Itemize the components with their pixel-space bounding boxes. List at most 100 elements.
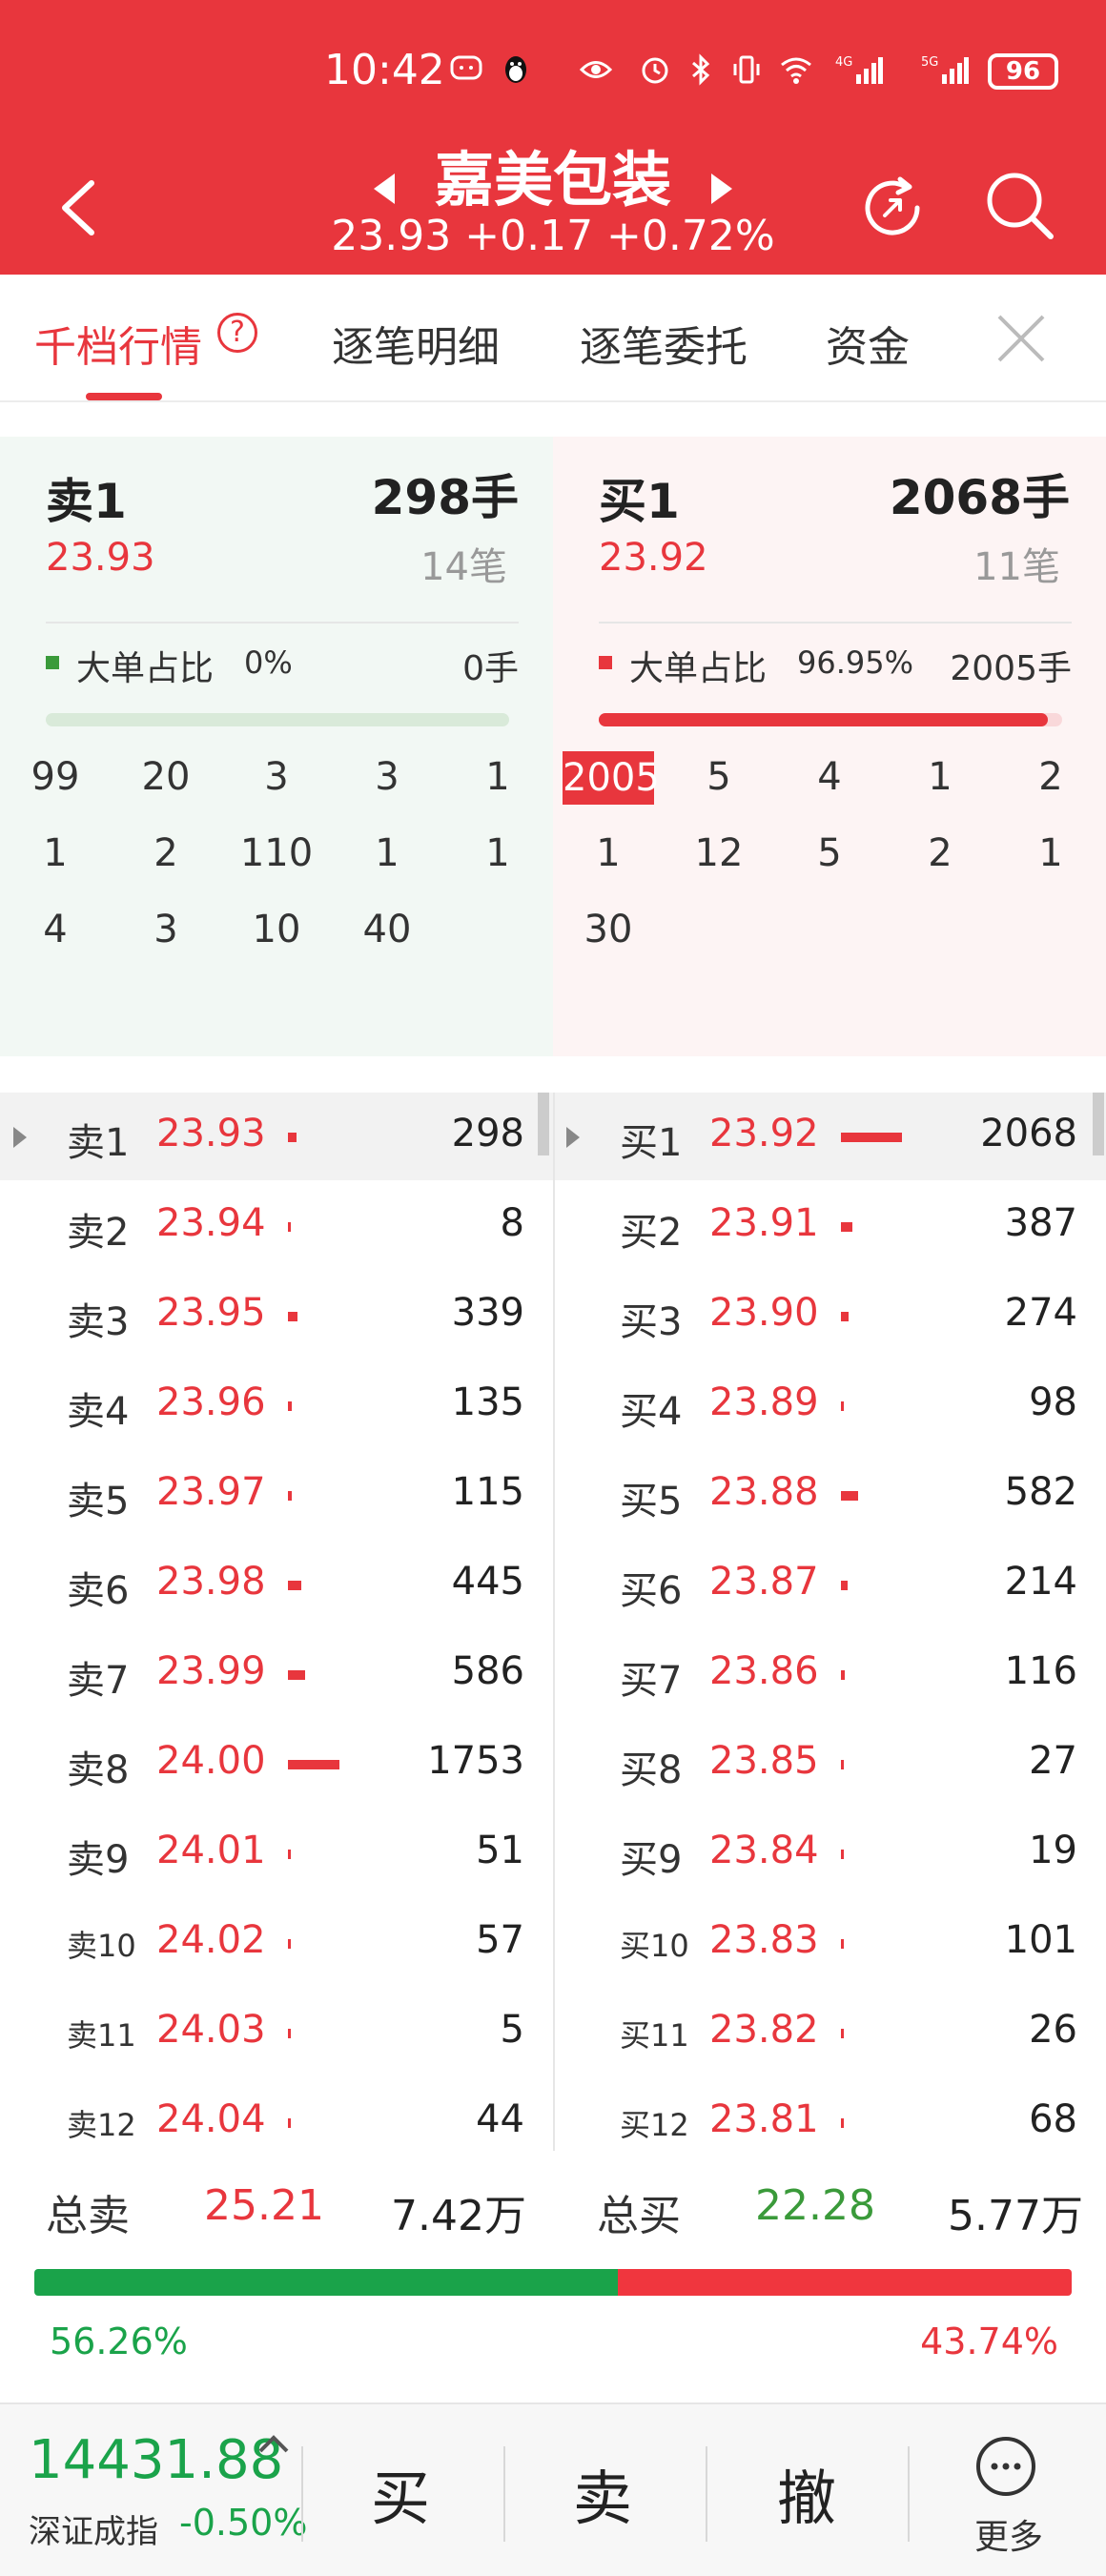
buy-ratio-volume: 2005手 (950, 649, 1072, 688)
ask-level-price[interactable]: 23.93 (156, 1112, 266, 1155)
more-icon[interactable] (976, 2437, 1035, 2496)
bid-level-price[interactable]: 23.88 (709, 1470, 819, 1514)
bid-volume-bar (841, 1222, 852, 1232)
bid-level-price[interactable]: 23.83 (709, 1918, 819, 1962)
ask-level-volume: 298 (451, 1112, 524, 1155)
bid-level-price[interactable]: 23.87 (709, 1560, 819, 1604)
bluetooth-icon (692, 53, 710, 86)
buy-ratio-segment (618, 2269, 1072, 2296)
ask-level-volume: 51 (476, 1829, 524, 1872)
ask-level-volume: 115 (451, 1470, 524, 1514)
buy-grid-cell: 2 (928, 831, 952, 875)
ask-volume-bar (288, 1401, 292, 1411)
index-value[interactable]: 14431.88 (29, 2429, 283, 2491)
buy-ratio-fill (599, 713, 1049, 726)
buy-ratio-bar (599, 713, 1062, 726)
ask-level-volume: 8 (500, 1201, 524, 1245)
ask-level-price[interactable]: 24.03 (156, 2008, 266, 2052)
bid-level-price[interactable]: 23.89 (709, 1380, 819, 1424)
ask-level-price[interactable]: 24.04 (156, 2097, 266, 2141)
ask-level-volume: 135 (451, 1380, 524, 1424)
sell-grid-cell: 3 (154, 908, 178, 951)
ask-level-label: 卖7 (67, 1659, 130, 1703)
bid-level-price[interactable]: 23.84 (709, 1829, 819, 1872)
bid-scrollbar[interactable] (1093, 1093, 1104, 1155)
bid-level-price[interactable]: 23.91 (709, 1201, 819, 1245)
ask-level-label: 卖4 (67, 1390, 130, 1434)
bid-level-volume: 116 (1004, 1649, 1077, 1693)
ask-volume-bar (288, 2029, 291, 2038)
expand-arrow-icon[interactable] (566, 1127, 580, 1148)
ask-volume-bar (288, 1312, 297, 1321)
ask-level-label: 卖2 (67, 1211, 130, 1255)
next-stock-arrow-icon[interactable] (709, 172, 734, 206)
buy-grid-cell: 12 (694, 831, 744, 875)
buy-grid-cell: 4 (817, 755, 842, 799)
bid-level-label: 买7 (620, 1659, 683, 1703)
close-icon[interactable] (995, 313, 1047, 364)
bid-volume-bar (841, 1670, 845, 1680)
bid-level-price[interactable]: 23.82 (709, 2008, 819, 2052)
ask-level-price[interactable]: 23.97 (156, 1470, 266, 1514)
ask-scrollbar[interactable] (538, 1093, 549, 1155)
ask-level-volume: 5 (500, 2008, 524, 2052)
sell-button[interactable]: 卖 (545, 2450, 660, 2536)
search-icon[interactable] (982, 168, 1058, 244)
ask-level-price[interactable]: 23.96 (156, 1380, 266, 1424)
sell-grid-cell: 3 (264, 755, 289, 799)
ask-level-price[interactable]: 23.99 (156, 1649, 266, 1693)
total-buy-amount: 5.77万 (948, 2192, 1083, 2240)
refresh-icon[interactable] (856, 172, 929, 244)
ask-level-label: 卖5 (67, 1480, 130, 1523)
caret-up-icon[interactable] (257, 2433, 290, 2454)
ask-level-price[interactable]: 23.95 (156, 1291, 266, 1335)
sell-grid-cell: 3 (375, 755, 399, 799)
ask-level-price[interactable]: 24.02 (156, 1918, 266, 1962)
more-label[interactable]: 更多 (961, 2509, 1056, 2559)
bid-level-label: 买10 (620, 1928, 689, 1964)
help-icon[interactable]: ? (217, 313, 257, 353)
sell-ratio-bar (46, 713, 509, 726)
ask-volume-bar (288, 1222, 291, 1232)
ask-level-volume: 44 (476, 2097, 524, 2141)
tab-zhubi-weituo[interactable]: 逐笔委托 (580, 313, 748, 374)
ask-level-price[interactable]: 23.94 (156, 1201, 266, 1245)
sell-grid-cell: 1 (485, 831, 510, 875)
buy-panel-price: 23.92 (599, 536, 708, 580)
ask-level-price[interactable]: 24.01 (156, 1829, 266, 1872)
back-arrow-icon[interactable] (57, 179, 99, 236)
bid-level-label: 买8 (620, 1748, 683, 1792)
expand-arrow-icon[interactable] (13, 1127, 27, 1148)
bid-level-volume: 101 (1004, 1918, 1077, 1962)
tab-zhubi-mingxi[interactable]: 逐笔明细 (332, 313, 500, 374)
buy-panel-count: 11笔 (973, 545, 1060, 589)
bid-level-price[interactable]: 23.81 (709, 2097, 819, 2141)
ask-level-label: 卖9 (67, 1838, 130, 1882)
tab-zijin[interactable]: 资金 (826, 313, 910, 374)
sell-percentage: 56.26% (50, 2320, 188, 2362)
total-sell-price: 25.21 (204, 2181, 324, 2230)
cancel-order-button[interactable]: 撤 (749, 2450, 864, 2536)
tab-bar: 千档行情 ? 逐笔明细 逐笔委托 资金 (0, 275, 1106, 402)
bid-level-price[interactable]: 23.92 (709, 1112, 819, 1155)
stock-quote: 23.93 +0.17 +0.72% (331, 212, 775, 260)
svg-text:5G: 5G (921, 55, 938, 70)
bid-level-price[interactable]: 23.85 (709, 1739, 819, 1783)
bid-volume-bar (841, 1312, 849, 1321)
bid-volume-bar (841, 1133, 902, 1142)
sell-ratio-volume: 0手 (462, 649, 519, 688)
bid-level-price[interactable]: 23.90 (709, 1291, 819, 1335)
sell-panel-price: 23.93 (46, 536, 155, 580)
bid-level-price[interactable]: 23.86 (709, 1649, 819, 1693)
status-time: 10:42 (324, 46, 445, 94)
tab-qiandang[interactable]: 千档行情 (34, 313, 202, 374)
eye-icon (580, 61, 612, 78)
bid-volume-bar (841, 1491, 858, 1501)
buy-button[interactable]: 买 (343, 2450, 458, 2536)
penguin-icon (505, 56, 526, 83)
ask-level-price[interactable]: 23.98 (156, 1560, 266, 1604)
ask-level-price[interactable]: 24.00 (156, 1739, 266, 1783)
bid-volume-bar (841, 1850, 844, 1859)
bid-level-volume: 387 (1004, 1201, 1077, 1245)
battery-indicator: 96 (988, 53, 1058, 90)
